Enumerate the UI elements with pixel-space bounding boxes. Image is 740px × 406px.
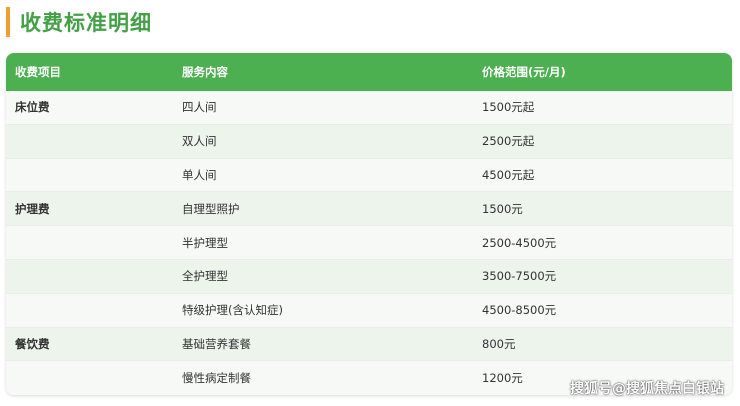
header-category: 收费项目 (15, 65, 61, 79)
page-title: 收费标准明细 (20, 11, 152, 35)
row-category: 护理费 (15, 201, 50, 216)
row-price: 800元 (482, 336, 516, 351)
table-row: 双人间 2500元起 (6, 124, 732, 159)
row-service: 自理型照护 (182, 201, 240, 216)
row-price: 3500-7500元 (482, 269, 557, 284)
table-row: 特级护理(含认知症) 4500-8500元 (6, 293, 732, 328)
row-price: 1500元起 (482, 100, 535, 115)
row-price: 4500元起 (482, 167, 535, 182)
row-category: 餐饮费 (15, 336, 50, 351)
row-service: 半护理型 (182, 235, 228, 250)
row-price: 1500元 (482, 201, 523, 216)
section-title: 收费标准明细 (6, 7, 152, 37)
table-header: 收费项目 服务内容 价格范围(元/月) (6, 53, 732, 91)
row-service: 特级护理(含认知症) (182, 303, 283, 318)
fee-table: 收费项目 服务内容 价格范围(元/月) 床位费 四人间 1500元起 双人间 2… (6, 53, 732, 396)
table-row: 半护理型 2500-4500元 (6, 226, 732, 260)
title-accent-bar (6, 7, 10, 37)
table-row: 全护理型 3500-7500元 (6, 259, 732, 294)
row-price: 4500-8500元 (482, 303, 557, 318)
row-category: 床位费 (15, 100, 50, 115)
row-service: 慢性病定制餐 (182, 371, 251, 386)
row-service: 基础营养套餐 (182, 336, 251, 351)
row-service: 四人间 (182, 100, 217, 115)
table-row: 护理费 自理型照护 1500元 (6, 192, 732, 227)
watermark: 搜狐号@搜狐焦点白银站 (570, 381, 724, 397)
table-row: 单人间 4500元起 (6, 158, 732, 193)
table-row: 床位费 四人间 1500元起 (6, 91, 732, 125)
row-service: 双人间 (182, 134, 217, 149)
row-service: 全护理型 (182, 269, 228, 284)
header-service: 服务内容 (182, 65, 228, 79)
row-price: 2500-4500元 (482, 235, 557, 250)
header-price: 价格范围(元/月) (482, 65, 566, 79)
row-service: 单人间 (182, 167, 217, 182)
table-row: 餐饮费 基础营养套餐 800元 (6, 327, 732, 362)
row-price: 2500元起 (482, 134, 535, 149)
